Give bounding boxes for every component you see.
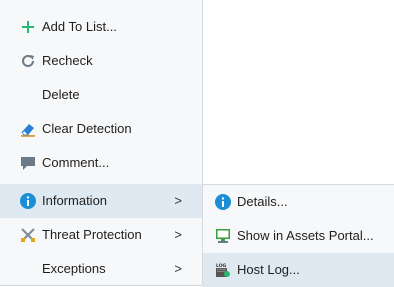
menu-item-label: Clear Detection xyxy=(42,121,132,136)
comment-icon xyxy=(20,155,36,171)
log-icon: LOG xyxy=(215,262,231,278)
eraser-icon xyxy=(20,121,36,137)
refresh-icon xyxy=(20,53,36,69)
menu-item-label: Add To List... xyxy=(42,19,117,34)
menu-item-clear-detection[interactable]: Clear Detection xyxy=(0,112,202,146)
menu-item-exceptions[interactable]: Exceptions > xyxy=(0,252,202,286)
menu-item-comment[interactable]: Comment... xyxy=(0,146,202,180)
info-icon xyxy=(215,194,231,210)
threat-protection-icon xyxy=(20,227,36,243)
menu-item-label: Recheck xyxy=(42,53,93,68)
menu-item-recheck[interactable]: Recheck xyxy=(0,44,202,78)
monitor-icon xyxy=(215,228,231,244)
chevron-right-icon: > xyxy=(174,193,182,208)
information-submenu: Details... Show in Assets Portal... LOG … xyxy=(202,184,394,287)
context-menu: Add To List... Recheck Delete Clear Dete… xyxy=(0,0,203,286)
menu-item-delete[interactable]: Delete xyxy=(0,78,202,112)
menu-item-label: Comment... xyxy=(42,155,110,170)
menu-item-label: Exceptions xyxy=(42,261,106,276)
menu-item-information[interactable]: Information > xyxy=(0,184,202,218)
info-icon xyxy=(20,193,36,209)
submenu-item-host-log[interactable]: LOG Host Log... xyxy=(203,253,394,287)
submenu-item-show-in-assets-portal[interactable]: Show in Assets Portal... xyxy=(203,219,394,253)
plus-icon xyxy=(20,19,36,35)
submenu-item-label: Details... xyxy=(237,194,288,209)
chevron-right-icon: > xyxy=(174,261,182,276)
chevron-right-icon: > xyxy=(174,227,182,242)
menu-item-threat-protection[interactable]: Threat Protection > xyxy=(0,218,202,252)
submenu-item-label: Show in Assets Portal... xyxy=(237,228,374,243)
menu-item-add-to-list[interactable]: Add To List... xyxy=(0,10,202,44)
menu-item-label: Threat Protection xyxy=(42,227,142,242)
menu-item-label: Information xyxy=(42,193,108,208)
submenu-item-details[interactable]: Details... xyxy=(203,185,394,219)
menu-item-label: Delete xyxy=(42,87,80,102)
submenu-item-label: Host Log... xyxy=(237,262,300,277)
